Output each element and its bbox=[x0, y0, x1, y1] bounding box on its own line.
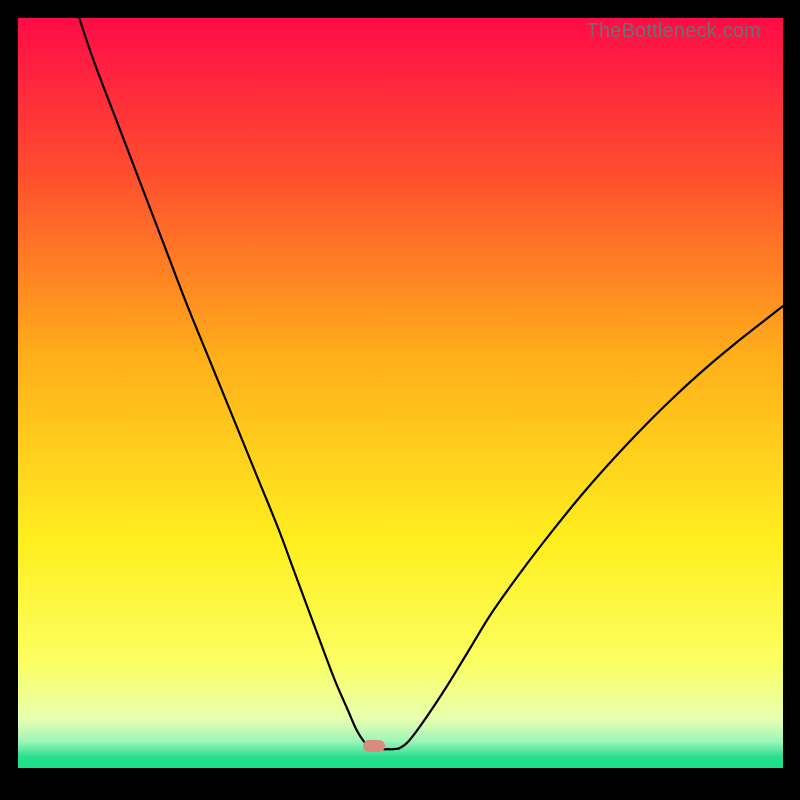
optimal-marker bbox=[363, 740, 385, 752]
bottleneck-chart bbox=[18, 18, 783, 768]
watermark-text: TheBottleneck.com bbox=[586, 20, 761, 43]
gradient-background bbox=[18, 18, 783, 768]
